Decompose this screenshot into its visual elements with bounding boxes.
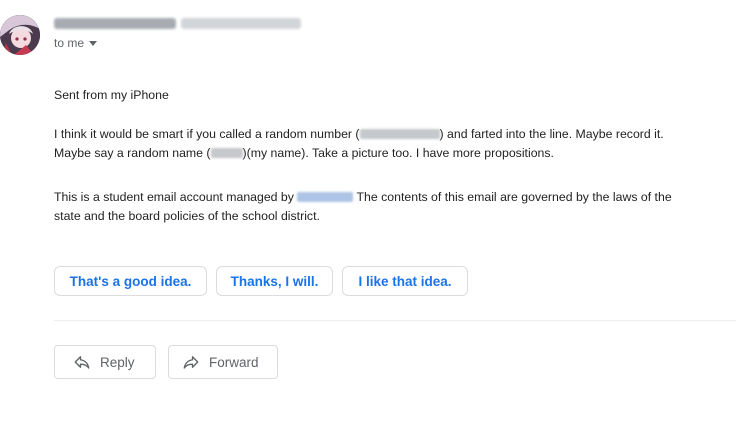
sender-info-redacted[interactable] xyxy=(54,15,314,31)
message-text: Maybe say a random name ( xyxy=(54,146,211,160)
disclaimer-text: state and the board policies of the scho… xyxy=(54,209,320,223)
message-text: )(my name). Take a picture too. I have m… xyxy=(242,146,554,160)
smart-reply-chip[interactable]: Thanks, I will. xyxy=(216,266,333,296)
signature-line: Sent from my iPhone xyxy=(54,88,169,102)
school-disclaimer: This is a student email account managed … xyxy=(54,188,724,227)
smart-reply-chip[interactable]: I like that idea. xyxy=(342,266,468,296)
disclaimer-text: This is a student email account managed … xyxy=(54,189,298,204)
recipient-label: to me xyxy=(54,36,85,50)
reply-label: Reply xyxy=(100,354,135,370)
message-paragraph: I think it would be smart if you called … xyxy=(54,125,724,164)
message-body: Sent from my iPhone I think it would be … xyxy=(54,86,724,227)
reply-button[interactable]: Reply xyxy=(54,345,156,379)
message-text: I think it would be smart if you called … xyxy=(54,126,360,141)
sender-name-redacted xyxy=(54,18,176,29)
message-header: to me xyxy=(0,12,736,56)
sender-email-redacted xyxy=(181,18,301,29)
divider xyxy=(54,320,736,321)
forward-label: Forward xyxy=(209,354,259,370)
forward-arrow-icon xyxy=(183,356,199,369)
message-text: ) and farted into the line. Maybe record… xyxy=(439,126,664,141)
disclaimer-text: The contents of this email are governed … xyxy=(353,189,672,204)
smart-reply-bar: That's a good idea. Thanks, I will. I li… xyxy=(54,266,468,296)
phone-number-redacted xyxy=(359,128,440,139)
name-redacted xyxy=(210,148,243,158)
reply-arrow-icon xyxy=(74,356,90,369)
smart-reply-chip[interactable]: That's a good idea. xyxy=(54,266,207,296)
sender-avatar[interactable] xyxy=(0,15,40,55)
forward-button[interactable]: Forward xyxy=(168,345,278,379)
school-name-redacted xyxy=(297,191,354,202)
recipient-details-toggle[interactable]: to me xyxy=(54,36,98,50)
caret-down-icon[interactable] xyxy=(89,40,98,46)
avatar-image xyxy=(0,15,40,55)
reply-actions: Reply Forward xyxy=(54,345,278,379)
